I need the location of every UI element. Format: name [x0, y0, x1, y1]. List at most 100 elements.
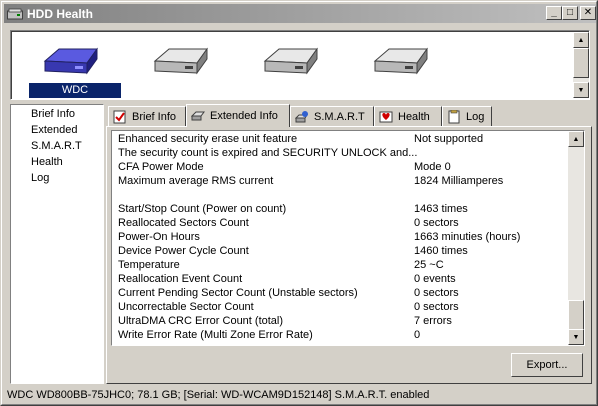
maximize-button[interactable]: □	[562, 6, 578, 20]
info-row: Maximum average RMS current 1824 Milliamp…	[118, 174, 578, 188]
section-nav: Brief Info Extended S.M.A.R.T Health Log	[10, 104, 104, 384]
arrow-down-icon: ▼	[572, 333, 580, 341]
info-row: Enhanced security erase unit feature Not …	[118, 132, 578, 146]
log-icon	[447, 109, 461, 124]
tab-label: S.M.A.R.T	[314, 110, 365, 123]
health-icon	[379, 110, 393, 124]
drive-list-scrollbar[interactable]: ▲ ▼	[573, 32, 589, 98]
minimize-button[interactable]: _	[546, 6, 562, 20]
tab-label: Brief Info	[132, 110, 177, 123]
window-title: HDD Health	[27, 6, 94, 21]
info-key: Enhanced security erase unit feature	[118, 133, 298, 145]
info-row: Current Pending Sector Count (Unstable s…	[118, 286, 578, 300]
info-value: 1824 Milliamperes	[414, 175, 504, 187]
scroll-down-button[interactable]: ▼	[568, 329, 584, 345]
arrow-up-icon: ▲	[572, 135, 580, 143]
status-bar: WDC WD800BB-75JHC0; 78.1 GB; [Serial: WD…	[4, 386, 596, 404]
info-value: 0 sectors	[414, 287, 459, 299]
info-row: Start/Stop Count (Power on count) 1463 ti…	[118, 202, 578, 216]
nav-item-brief-info[interactable]: Brief Info	[31, 108, 75, 120]
hdd-app-icon	[7, 8, 23, 20]
info-value: 0 sectors	[414, 217, 459, 229]
tab-health[interactable]: Health	[374, 106, 442, 126]
tab-extended-info[interactable]: Extended Info	[186, 104, 290, 127]
info-key: Maximum average RMS current	[118, 175, 274, 187]
info-value: 0	[414, 329, 421, 341]
drive-label: WDC	[29, 83, 121, 98]
info-value: Not supported	[414, 133, 484, 145]
info-row: Write Error Rate (Multi Zone Error Rate)…	[118, 328, 578, 342]
info-value: Mode 0	[414, 161, 451, 173]
arrow-up-icon: ▲	[577, 36, 585, 44]
info-key: The security count is expired and SECURI…	[118, 147, 418, 159]
close-icon: ✕	[583, 7, 593, 18]
info-key: Reallocation Event Count	[118, 273, 243, 285]
info-key: Current Pending Sector Count (Unstable s…	[118, 287, 358, 299]
extended-info-panel: Enhanced security erase unit feature Not …	[106, 126, 592, 384]
tab-label: Log	[466, 110, 485, 123]
info-row: Device Power Cycle Count 1460 times	[118, 244, 578, 258]
info-key: Write Error Rate (Multi Zone Error Rate)	[118, 329, 313, 341]
tab-label: Extended Info	[210, 110, 278, 122]
info-value: 0 sectors	[414, 301, 459, 313]
info-row: Temperature 25 ~C	[118, 258, 578, 272]
smart-icon	[294, 110, 309, 124]
maximize-icon: □	[566, 7, 574, 18]
info-value: 7 errors	[414, 315, 452, 327]
info-key: Temperature	[118, 259, 180, 271]
scroll-up-button[interactable]: ▲	[568, 131, 584, 147]
nav-item-smart[interactable]: S.M.A.R.T	[31, 140, 82, 152]
scroll-thumb[interactable]	[568, 300, 584, 330]
extended-info-icon	[190, 109, 205, 123]
hard-drive-icon	[373, 47, 428, 75]
info-value: 25 ~C	[414, 259, 444, 271]
info-key: Power-On Hours	[118, 231, 200, 243]
info-row: UltraDMA CRC Error Count (total) 7 errors	[118, 314, 578, 328]
scroll-down-button[interactable]: ▼	[573, 82, 589, 98]
minimize-icon: _	[551, 7, 557, 18]
main-window: HDD Health _ □ ✕ WDC ▲ ▼ Brief Info Exte…	[0, 0, 598, 406]
info-list: Enhanced security erase unit feature Not …	[111, 130, 585, 346]
tab-label: Health	[398, 110, 430, 123]
info-value: 0 events	[414, 273, 456, 285]
info-key: Start/Stop Count (Power on count)	[118, 203, 287, 215]
nav-item-log[interactable]: Log	[31, 172, 49, 184]
drive-item[interactable]	[371, 41, 431, 97]
info-value: 1460 times	[414, 245, 468, 257]
scroll-up-button[interactable]: ▲	[573, 32, 589, 48]
nav-item-health[interactable]: Health	[31, 156, 63, 168]
info-row: Power-On Hours 1663 minuties (hours)	[118, 230, 578, 244]
export-button[interactable]: Export...	[511, 353, 583, 377]
info-row: The security count is expired and SECURI…	[118, 146, 578, 160]
brief-info-icon	[113, 110, 127, 124]
close-button[interactable]: ✕	[580, 6, 596, 20]
hard-drive-icon	[43, 47, 98, 75]
hard-drive-icon	[263, 47, 318, 75]
tab-log[interactable]: Log	[442, 106, 492, 126]
info-list-scrollbar[interactable]: ▲ ▼	[568, 131, 584, 345]
info-row: Reallocation Event Count 0 events	[118, 272, 578, 286]
scroll-thumb[interactable]	[573, 48, 589, 78]
info-key: Reallocated Sectors Count	[118, 217, 249, 229]
info-key: UltraDMA CRC Error Count (total)	[118, 315, 284, 327]
info-row: Reallocated Sectors Count 0 sectors	[118, 216, 578, 230]
hard-drive-icon	[153, 47, 208, 75]
status-text: WDC WD800BB-75JHC0; 78.1 GB; [Serial: WD…	[7, 389, 430, 401]
drive-item-wdc[interactable]: WDC	[29, 41, 121, 98]
tab-brief-info[interactable]: Brief Info	[108, 106, 186, 126]
tab-smart[interactable]: S.M.A.R.T	[290, 106, 374, 126]
info-value: 1663 minuties (hours)	[414, 231, 521, 243]
info-row: CFA Power Mode Mode 0	[118, 160, 578, 174]
arrow-down-icon: ▼	[577, 86, 585, 94]
info-key: Device Power Cycle Count	[118, 245, 249, 257]
info-value: 1463 times	[414, 203, 468, 215]
info-row	[118, 188, 578, 202]
info-row: Uncorrectable Sector Count 0 sectors	[118, 300, 578, 314]
info-key: Uncorrectable Sector Count	[118, 301, 254, 313]
drive-list: WDC ▲ ▼	[10, 30, 590, 100]
nav-item-extended[interactable]: Extended	[31, 124, 77, 136]
drive-item[interactable]	[261, 41, 321, 97]
drive-item[interactable]	[151, 41, 211, 97]
info-key: CFA Power Mode	[118, 161, 204, 173]
title-bar[interactable]: HDD Health _ □ ✕	[4, 4, 596, 23]
